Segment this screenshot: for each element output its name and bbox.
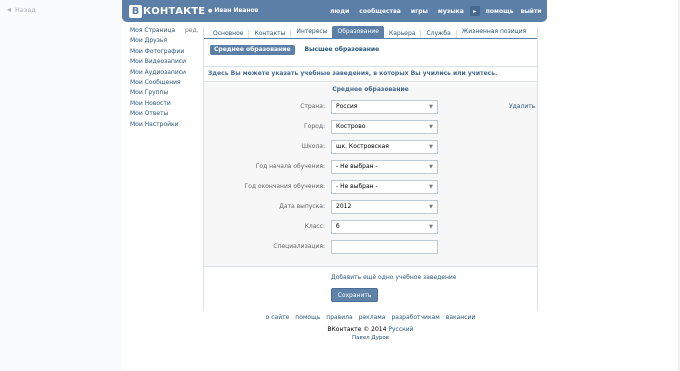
- row-city: Город: Кострово ▼: [204, 120, 537, 134]
- row-class: Класс: б ▼: [204, 220, 537, 234]
- education-form: Среднее образование Удалить Страна: Росс…: [204, 83, 537, 266]
- back-link[interactable]: ◂ Назад: [7, 5, 36, 15]
- nav-games[interactable]: игры: [411, 8, 428, 15]
- nav-music[interactable]: музыка: [438, 8, 464, 15]
- chevron-down-icon: ▼: [429, 184, 433, 190]
- subtab-higher[interactable]: Высшее образование: [301, 45, 384, 55]
- sidebar-item-news[interactable]: Мои Новости: [130, 99, 200, 109]
- user-dot-icon: ●: [208, 8, 213, 14]
- school-value: шк. Костровская: [336, 143, 389, 150]
- chevron-down-icon: ▼: [429, 144, 433, 150]
- chevron-down-icon: ▼: [429, 124, 433, 130]
- school-select[interactable]: шк. Костровская ▼: [331, 140, 438, 154]
- specialization-label: Специализация:: [273, 243, 325, 250]
- sidebar-edit-link[interactable]: ред.: [185, 26, 199, 36]
- graduation-select[interactable]: 2012 ▼: [331, 200, 438, 214]
- back-panel: [0, 0, 122, 371]
- subtab-secondary[interactable]: Среднее образование: [210, 45, 295, 55]
- vk-logo[interactable]: В КОНТАКТЕ: [129, 4, 205, 18]
- footer-link-about[interactable]: о сайте: [266, 314, 290, 321]
- class-label: Класс:: [304, 223, 325, 230]
- nav-logout[interactable]: выйти: [521, 8, 542, 15]
- row-end-year: Год окончания обучения: - Не выбран - ▼: [204, 180, 537, 194]
- language-link[interactable]: Русский: [388, 326, 413, 333]
- end-year-select[interactable]: - Не выбран - ▼: [331, 180, 438, 194]
- back-label: Назад: [15, 6, 36, 14]
- form-actions: Добавить ещё одно учебное заведение Сохр…: [204, 266, 537, 311]
- city-label: Город:: [304, 123, 325, 130]
- play-arrow-icon[interactable]: ▸: [469, 6, 480, 16]
- chevron-down-icon: ▼: [429, 104, 433, 110]
- vk-logo-text: КОНТАКТЕ: [143, 5, 206, 17]
- sidebar-item-answers[interactable]: Мои Ответы: [130, 109, 200, 119]
- footer: о сайте помощь правила реклама разработч…: [203, 314, 538, 341]
- footer-link-rules[interactable]: правила: [326, 314, 352, 321]
- profile-tabs: Основное Контакты Интересы Образование К…: [204, 26, 537, 39]
- start-year-select[interactable]: - Не выбран - ▼: [331, 160, 438, 174]
- tab-career[interactable]: Карьера: [384, 30, 422, 38]
- copyright-text: ВКонтакте © 2014: [327, 326, 387, 333]
- footer-link-developers[interactable]: разработчикам: [391, 314, 439, 321]
- start-year-value: - Не выбран -: [336, 163, 378, 170]
- class-select[interactable]: б ▼: [331, 220, 438, 234]
- tab-contacts[interactable]: Контакты: [249, 30, 292, 38]
- footer-links: о сайте помощь правила реклама разработч…: [203, 314, 538, 321]
- user-name-link[interactable]: ● Иван Иванов: [208, 7, 258, 14]
- education-subtabs: Среднее образование Высшее образование: [210, 45, 383, 55]
- sidebar-item-friends[interactable]: Мои Друзья: [130, 36, 200, 46]
- row-start-year: Год начала обучения: - Не выбран - ▼: [204, 160, 537, 174]
- nav-people[interactable]: люди: [330, 8, 349, 15]
- graduation-label: Дата выпуска:: [279, 203, 325, 210]
- edit-profile-panel: Основное Контакты Интересы Образование К…: [203, 26, 538, 311]
- add-school-link[interactable]: Добавить ещё одно учебное заведение: [331, 274, 457, 281]
- left-sidebar: ред. Моя Страница Мои Друзья Мои Фотогра…: [130, 26, 200, 130]
- sidebar-item-photos[interactable]: Мои Фотографии: [130, 47, 200, 57]
- footer-link-jobs[interactable]: вакансии: [446, 314, 476, 321]
- user-name-text: Иван Иванов: [214, 7, 259, 14]
- row-school: Школа: шк. Костровская ▼: [204, 140, 537, 154]
- sidebar-item-audio[interactable]: Мои Аудиозаписи: [130, 68, 200, 78]
- nav-help[interactable]: помощь: [486, 8, 514, 15]
- class-value: б: [336, 223, 340, 230]
- form-title: Среднее образование: [332, 86, 409, 93]
- vk-logo-icon: В: [129, 4, 142, 18]
- sidebar-item-messages[interactable]: Мои Сообщения: [130, 78, 200, 88]
- city-select[interactable]: Кострово ▼: [331, 120, 438, 134]
- chevron-down-icon: ▼: [429, 164, 433, 170]
- row-specialization: Специализация:: [204, 240, 537, 254]
- row-country: Страна: Россия ▼: [204, 100, 537, 114]
- top-nav: люди сообщества игры музыка ▸ помощь вый…: [330, 6, 549, 16]
- tab-education[interactable]: Образование: [332, 26, 384, 38]
- sidebar-item-groups[interactable]: Мои Группы: [130, 88, 200, 98]
- country-value: Россия: [336, 103, 358, 110]
- nav-communities[interactable]: сообщества: [359, 8, 401, 15]
- graduation-value: 2012: [336, 203, 352, 210]
- tab-interests[interactable]: Интересы: [291, 26, 332, 38]
- start-year-label: Год начала обучения:: [255, 163, 325, 170]
- top-header: В КОНТАКТЕ ● Иван Иванов люди сообщества …: [122, 0, 547, 22]
- chevron-down-icon: ▼: [429, 204, 433, 210]
- save-button[interactable]: Сохранить: [331, 288, 378, 302]
- tab-main[interactable]: Основное: [208, 30, 250, 38]
- tab-military[interactable]: Служба: [421, 30, 457, 38]
- school-label: Школа:: [301, 143, 325, 150]
- specialization-input[interactable]: [331, 240, 438, 254]
- tab-life-position[interactable]: Жизненная позиция: [457, 26, 531, 38]
- footer-link-ads[interactable]: реклама: [359, 314, 386, 321]
- end-year-label: Год окончания обучения:: [244, 183, 325, 190]
- end-year-value: - Не выбран -: [336, 183, 378, 190]
- row-graduation: Дата выпуска: 2012 ▼: [204, 200, 537, 214]
- country-label: Страна:: [300, 103, 325, 110]
- copyright: ВКонтакте © 2014 Русский: [203, 326, 538, 333]
- info-text: Здесь Вы можете указать учебные заведени…: [204, 66, 537, 82]
- chevron-down-icon: ▼: [429, 224, 433, 230]
- author-link[interactable]: Павел Дуров: [203, 335, 538, 341]
- sidebar-item-videos[interactable]: Мои Видеозаписи: [130, 57, 200, 67]
- sidebar-item-settings[interactable]: Мои Настройки: [130, 120, 200, 130]
- country-select[interactable]: Россия ▼: [331, 100, 438, 114]
- city-value: Кострово: [336, 123, 366, 130]
- back-arrow-icon: ◂: [7, 5, 12, 14]
- footer-link-help[interactable]: помощь: [295, 314, 320, 321]
